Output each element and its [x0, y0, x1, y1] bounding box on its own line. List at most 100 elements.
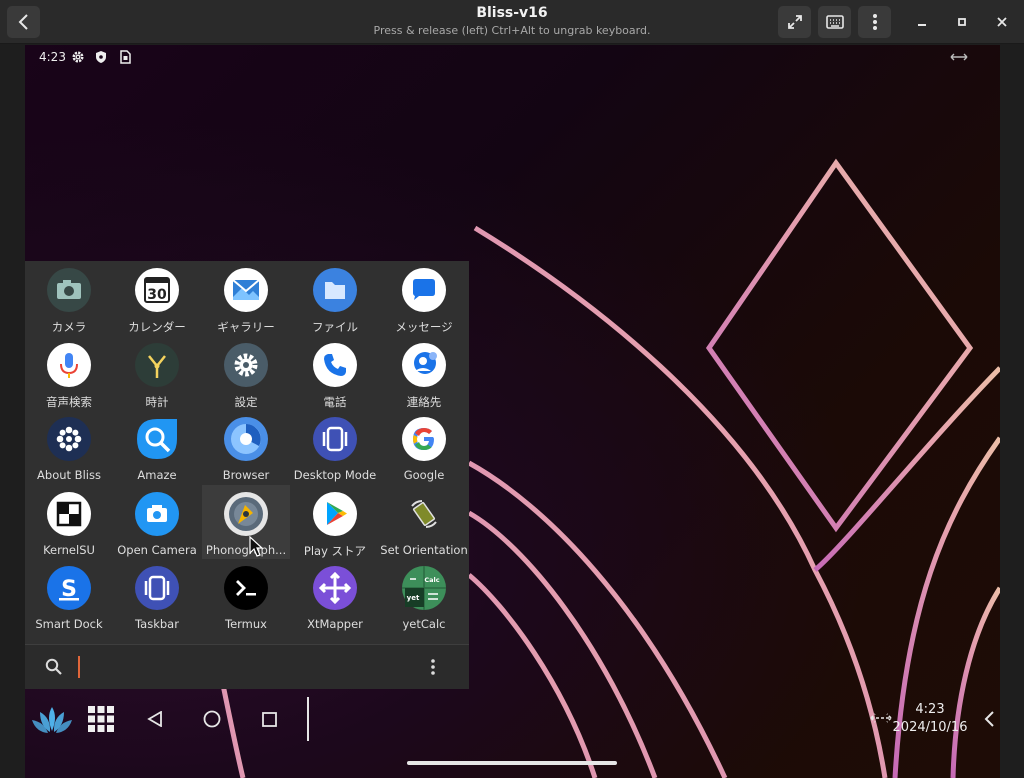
bliss-lotus-icon[interactable] — [31, 705, 73, 735]
app-desktop-mode[interactable]: Desktop Mode — [291, 410, 379, 484]
app-clock[interactable]: 時計 — [113, 336, 201, 410]
smart-dock-icon: S — [47, 566, 91, 610]
app-yetcalc[interactable]: Calc yet yetCalc — [380, 559, 468, 633]
app-smart-dock[interactable]: S Smart Dock — [25, 559, 113, 633]
yetcalc-icon: Calc yet — [402, 566, 446, 610]
shield-icon — [96, 51, 106, 63]
app-gallery[interactable]: ギャラリー — [202, 261, 290, 335]
expand-icon — [787, 15, 802, 29]
yetcalc-badge-bottom: yet — [407, 594, 420, 602]
calendar-icon: 30 — [135, 268, 179, 312]
clock-icon — [135, 343, 179, 387]
app-drawer: カメラ 30 カレンダー ギャラリー ファイル メッセージ 音声検索 時計 設定… — [25, 261, 469, 689]
app-settings[interactable]: 設定 — [202, 336, 290, 410]
app-voice-search[interactable]: 音声検索 — [25, 336, 113, 410]
mouse-pointer-icon — [249, 536, 264, 557]
contacts-icon — [402, 343, 446, 387]
gallery-icon — [224, 268, 268, 312]
about-bliss-icon — [47, 417, 91, 461]
taskbar-divider — [307, 697, 309, 741]
play-store-icon — [313, 492, 357, 536]
phone-icon — [313, 343, 357, 387]
nav-recents-icon[interactable] — [262, 712, 277, 727]
app-label: メッセージ — [395, 320, 453, 334]
app-calendar[interactable]: 30 カレンダー — [113, 261, 201, 335]
nav-back-icon[interactable] — [147, 711, 163, 727]
minimize-icon — [918, 24, 926, 26]
app-messages[interactable]: メッセージ — [380, 261, 468, 335]
app-label: Open Camera — [117, 543, 197, 557]
keyboard-icon — [825, 15, 844, 29]
app-label: Play ストア — [303, 544, 367, 558]
app-label: 時計 — [145, 395, 169, 409]
app-label: About Bliss — [37, 468, 101, 482]
close-button[interactable] — [986, 6, 1018, 38]
google-icon — [402, 417, 446, 461]
desktop-mode-arrows-icon — [950, 53, 968, 61]
files-icon — [313, 268, 357, 312]
app-label: Amaze — [137, 468, 177, 482]
app-label: Desktop Mode — [293, 468, 377, 482]
app-about-bliss[interactable]: About Bliss — [25, 410, 113, 484]
settings-icon — [224, 343, 268, 387]
app-phone[interactable]: 電話 — [291, 336, 379, 410]
set-orientation-icon — [402, 492, 446, 536]
maximize-button[interactable] — [946, 6, 978, 38]
kebab-menu-icon — [872, 14, 877, 30]
chevron-left-icon[interactable] — [983, 710, 995, 728]
calendar-day: 30 — [147, 287, 167, 303]
keyboard-button[interactable] — [818, 6, 851, 38]
app-play-store[interactable]: Play ストア — [291, 485, 379, 559]
app-label: Browser — [222, 468, 270, 482]
fullscreen-button[interactable] — [778, 6, 811, 38]
app-taskbar[interactable]: Taskbar — [113, 559, 201, 633]
nav-home-icon[interactable] — [203, 710, 221, 728]
app-grid-icon[interactable] — [88, 706, 114, 732]
app-browser[interactable]: Browser — [202, 410, 290, 484]
open-camera-icon — [135, 492, 179, 536]
android-screen[interactable]: 4:23 カメラ 30 カレンダー ギャラリー ファイル メッセージ 音声検索 … — [25, 45, 1000, 778]
app-search-input[interactable] — [77, 655, 407, 679]
app-phonograph[interactable]: Phonograph... — [202, 485, 290, 559]
app-camera[interactable]: カメラ — [25, 261, 113, 335]
taskbar-clock-date[interactable]: 2024/10/16 — [885, 720, 975, 735]
microphone-icon — [47, 343, 91, 387]
amaze-icon — [137, 419, 177, 459]
yetcalc-badge-top: Calc — [424, 576, 439, 584]
desktop-mode-icon — [313, 417, 357, 461]
app-label: 電話 — [323, 395, 347, 409]
close-icon — [997, 17, 1007, 27]
app-label: Termux — [225, 617, 267, 631]
app-label: Google — [403, 468, 445, 482]
app-open-camera[interactable]: Open Camera — [113, 485, 201, 559]
app-amaze[interactable]: Amaze — [113, 410, 201, 484]
taskbar-icon — [135, 566, 179, 610]
app-label: ファイル — [312, 320, 358, 334]
app-label: カメラ — [51, 320, 87, 334]
xtmapper-icon — [313, 566, 357, 610]
taskbar-clock-time[interactable]: 4:23 — [885, 702, 975, 717]
app-contacts[interactable]: 連絡先 — [380, 336, 468, 410]
browser-icon — [224, 417, 268, 461]
app-google[interactable]: Google — [380, 410, 468, 484]
app-label: Smart Dock — [35, 617, 103, 631]
minimize-button[interactable] — [906, 6, 938, 38]
more-options-icon[interactable] — [429, 658, 437, 676]
app-files[interactable]: ファイル — [291, 261, 379, 335]
app-set-orientation[interactable]: Set Orientation — [380, 485, 468, 559]
app-xtmapper[interactable]: XtMapper — [291, 559, 379, 633]
app-label: Set Orientation — [380, 543, 468, 557]
status-time: 4:23 — [39, 50, 66, 64]
app-label: Phonograph... — [205, 543, 287, 557]
app-label: 連絡先 — [406, 395, 442, 409]
app-termux[interactable]: Termux — [202, 559, 290, 633]
status-bar: 4:23 — [25, 45, 1000, 71]
app-label: yetCalc — [402, 617, 446, 631]
app-label: XtMapper — [307, 617, 363, 631]
app-kernelsu[interactable]: KernelSU — [25, 485, 113, 559]
main-menu-button[interactable] — [858, 6, 891, 38]
messages-icon — [402, 268, 446, 312]
termux-icon — [224, 566, 268, 610]
gesture-home-pill[interactable] — [407, 761, 617, 765]
app-search-bar — [25, 644, 469, 689]
